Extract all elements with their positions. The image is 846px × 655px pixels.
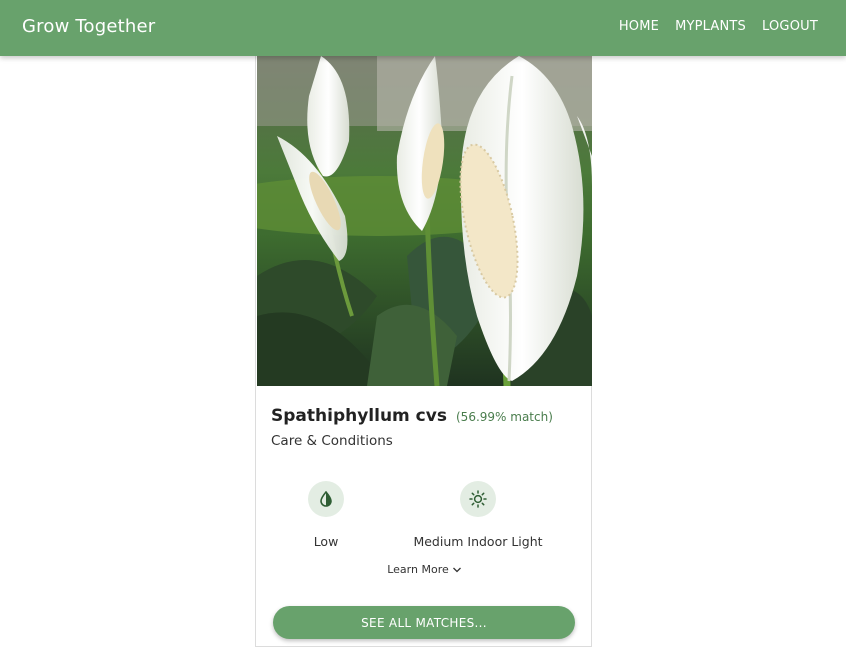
plant-match-card: Spathiphyllum cvs (56.99% match) Care & … [255,56,592,647]
nav-logout-link[interactable]: LOGOUT [762,19,818,34]
care-conditions-heading: Care & Conditions [271,433,393,449]
match-percentage: (56.99% match) [456,410,553,424]
water-drop-icon [308,481,344,517]
nav-myplants-link[interactable]: MYPLANTS [675,19,746,34]
light-condition: Medium Indoor Light [403,481,553,549]
water-level-label: Low [313,534,339,549]
plant-name: Spathiphyllum cvs [271,406,447,426]
top-navbar: Grow Together HOME MYPLANTS LOGOUT [0,0,846,56]
nav-home-link[interactable]: HOME [619,19,659,34]
learn-more-toggle[interactable]: Learn More [256,563,593,576]
light-level-label: Medium Indoor Light [413,534,543,549]
learn-more-label: Learn More [387,563,449,576]
water-condition: Low [251,481,401,549]
chevron-down-icon [452,567,461,573]
app-brand[interactable]: Grow Together [22,16,155,37]
see-all-matches-button[interactable]: SEE ALL MATCHES... [273,606,575,639]
plant-photo [257,56,592,386]
nav-links: HOME MYPLANTS LOGOUT [619,19,818,34]
sun-icon [460,481,496,517]
